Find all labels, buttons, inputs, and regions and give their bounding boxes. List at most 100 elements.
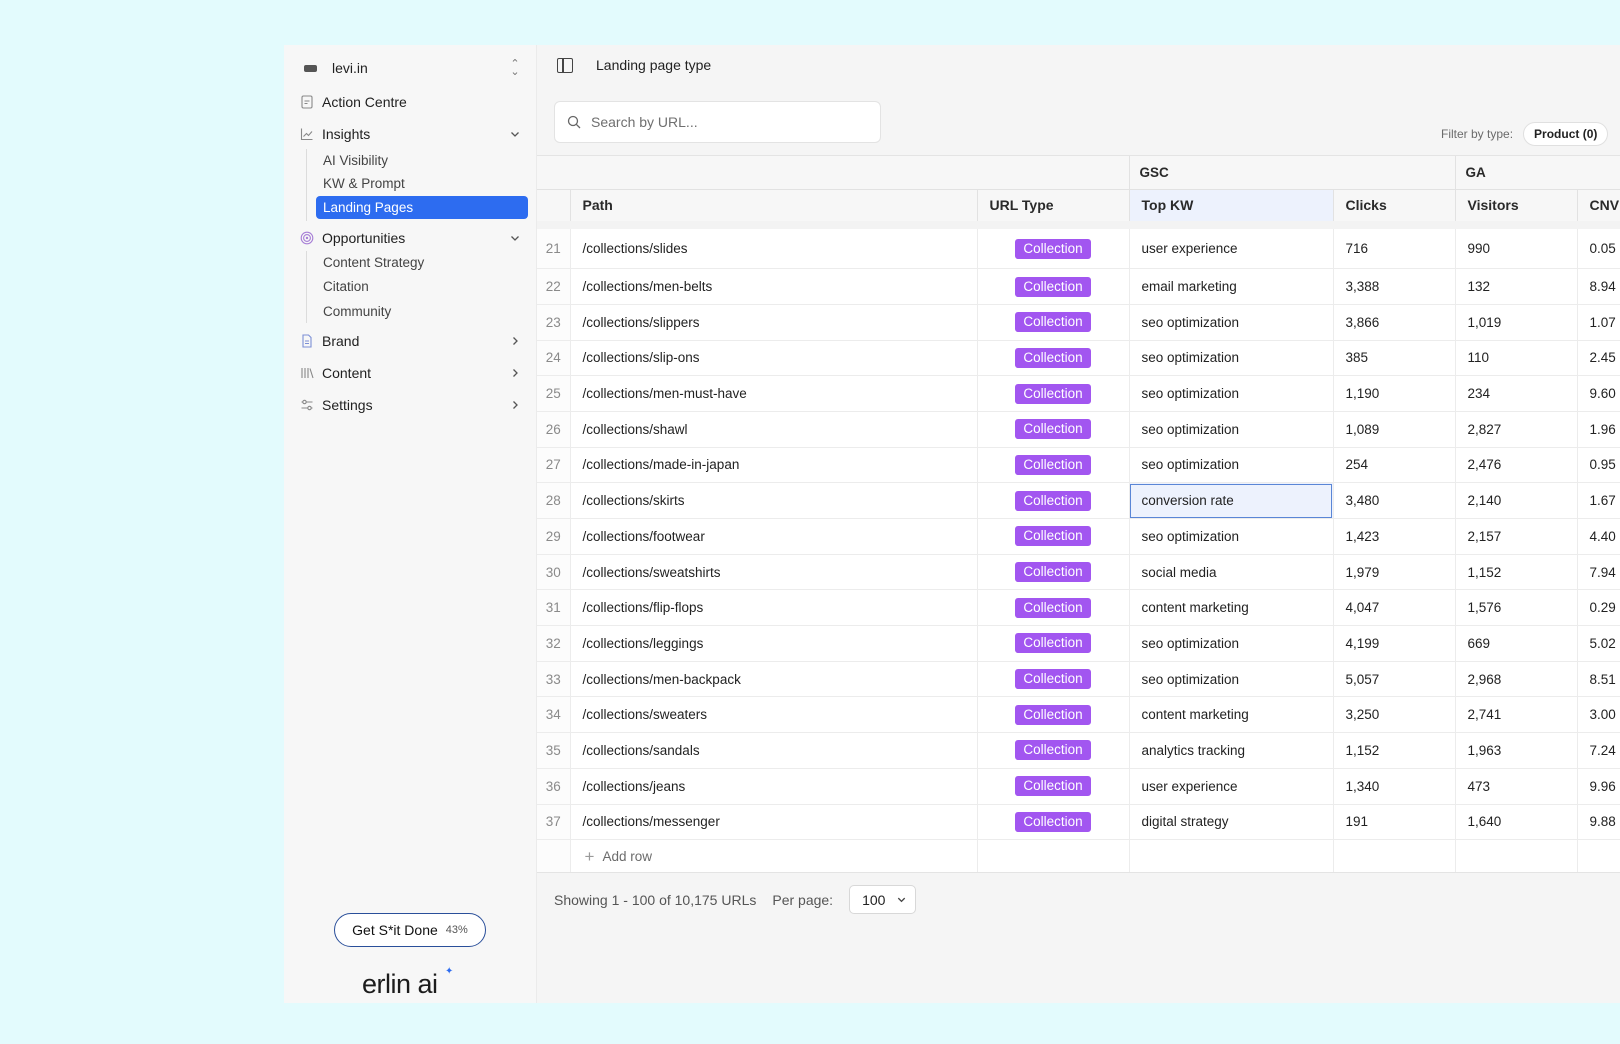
cell-path[interactable]: /collections/leggings [570,625,978,662]
table-row[interactable]: 26/collections/shawl Collection seo optimi… [537,411,1620,448]
cell-clicks[interactable]: 4,199 [1333,625,1456,662]
cell-top-kw[interactable]: social media [1129,554,1334,591]
row-index[interactable]: 29 [537,518,571,555]
cell-clicks[interactable]: 5,057 [1333,661,1456,698]
cell-path[interactable]: /collections/shawl [570,411,978,448]
cell-path[interactable]: /collections/flip-flops [570,589,978,627]
cell-path[interactable]: /collections/sweatshirts [570,554,978,591]
cell-clicks[interactable]: 3,388 [1333,268,1456,305]
cell-top-kw[interactable]: seo optimization [1129,625,1334,662]
sidebar-item-landing-pages[interactable]: Landing Pages [316,196,528,219]
cell-visitors[interactable]: 2,741 [1455,696,1578,734]
cell-visitors[interactable]: 132 [1455,268,1578,305]
cell-url-type[interactable]: Collection [977,340,1130,377]
nav-settings[interactable]: Settings [284,392,537,418]
cell-url-type[interactable]: Collection [977,221,1130,270]
cell-url-type[interactable]: Collection [977,696,1130,734]
cell-visitors[interactable]: 669 [1455,625,1578,662]
search-input[interactable] [591,114,851,130]
row-index[interactable]: 30 [537,554,571,591]
cell-visitors[interactable]: 2,968 [1455,661,1578,698]
cell-path[interactable]: /collections/slip-ons [570,340,978,377]
cell-visitors[interactable]: 2,140 [1455,482,1578,519]
get-it-done-button[interactable]: Get S*it Done 43% [334,913,486,947]
cell-url-type[interactable]: Collection [977,518,1130,555]
filter-chip-product[interactable]: Product (0) [1523,122,1609,146]
cell-visitors[interactable]: 990 [1455,221,1578,270]
cell-path[interactable]: /collections/footwear [570,518,978,555]
cell-top-kw[interactable]: seo optimization [1129,518,1334,555]
table-row[interactable]: 24/collections/slip-ons Collection seo opt… [537,340,1620,377]
cell-url-type[interactable]: Collection [977,589,1130,627]
row-index[interactable]: 23 [537,304,571,341]
cell-visitors[interactable]: 473 [1455,768,1578,805]
cell-clicks[interactable]: 1,152 [1333,732,1456,769]
nav-opportunities[interactable]: Opportunities [284,225,537,251]
cell-clicks[interactable]: 1,089 [1333,411,1456,448]
cell-url-type[interactable]: Collection [977,554,1130,591]
table-row[interactable]: 27/collections/made-in-japan Collection se… [537,447,1620,484]
cell-cnv[interactable]: 3.00 [1577,696,1620,734]
table-row[interactable]: 35/collections/sandals Collection analytic… [537,732,1620,769]
cell-visitors[interactable]: 1,019 [1455,304,1578,341]
cell-top-kw[interactable]: user experience [1129,768,1334,805]
row-index[interactable]: 36 [537,768,571,805]
cell-visitors[interactable]: 1,963 [1455,732,1578,769]
row-index[interactable]: 32 [537,625,571,662]
cell-top-kw[interactable]: email marketing [1129,268,1334,305]
table-row[interactable]: 30/collections/sweatshirts Collection soci… [537,554,1620,591]
cell-cnv[interactable]: 0.95 [1577,447,1620,484]
cell-cnv[interactable]: 5.02 [1577,625,1620,662]
table-row[interactable]: 32/collections/leggings Collection seo opt… [537,625,1620,662]
cell-path[interactable]: /collections/skirts [570,482,978,519]
cell-path[interactable]: /collections/sweaters [570,696,978,734]
row-index[interactable]: 22 [537,268,571,305]
row-index[interactable]: 21 [537,221,571,270]
cell-clicks[interactable]: 1,423 [1333,518,1456,555]
cell-clicks[interactable]: 385 [1333,340,1456,377]
cell-clicks[interactable]: 716 [1333,221,1456,270]
cell-url-type[interactable]: Collection [977,661,1130,698]
row-index[interactable]: 28 [537,482,571,519]
sidebar-item-ai-visibility[interactable]: AI Visibility [316,149,528,172]
sidebar-item-kw-prompt[interactable]: KW & Prompt [316,172,528,195]
cell-cnv[interactable]: 7.94 [1577,554,1620,591]
cell-top-kw[interactable]: seo optimization [1129,447,1334,484]
cell-top-kw[interactable]: conversion rate [1129,482,1334,519]
cell-url-type[interactable]: Collection [977,625,1130,662]
cell-cnv[interactable]: 7.24 [1577,732,1620,769]
cell-clicks[interactable]: 3,250 [1333,696,1456,734]
table-row[interactable]: 34/collections/sweaters Collection content… [537,696,1620,734]
row-index[interactable]: 31 [537,589,571,627]
sidebar-item-community[interactable]: Community [316,300,528,323]
cell-clicks[interactable]: 3,866 [1333,304,1456,341]
cell-top-kw[interactable]: digital strategy [1129,804,1334,841]
cell-visitors[interactable]: 1,152 [1455,554,1578,591]
toggle-sidebar-icon[interactable] [557,58,573,73]
sidebar-item-content-strategy[interactable]: Content Strategy [316,251,528,274]
cell-path[interactable]: /collections/men-belts [570,268,978,305]
table-row[interactable]: 22/collections/men-belts Collection email … [537,268,1620,305]
row-index[interactable]: 27 [537,447,571,484]
cell-clicks[interactable]: 254 [1333,447,1456,484]
cell-url-type[interactable]: Collection [977,304,1130,341]
nav-insights[interactable]: Insights [284,121,537,147]
cell-path[interactable]: /collections/made-in-japan [570,447,978,484]
cell-top-kw[interactable]: seo optimization [1129,661,1334,698]
nav-brand[interactable]: Brand [284,328,537,354]
col-header-url-type[interactable]: URL Type [977,189,1130,226]
table-row[interactable]: 29/collections/footwear Collection seo opt… [537,518,1620,555]
cell-url-type[interactable]: Collection [977,411,1130,448]
row-index[interactable]: 33 [537,661,571,698]
row-index[interactable]: 24 [537,340,571,377]
cell-cnv[interactable]: 9.60 [1577,375,1620,412]
row-index[interactable]: 26 [537,411,571,448]
nav-action-centre[interactable]: Action Centre [284,89,537,115]
table-row[interactable]: 25/collections/men-must-have Collection se… [537,375,1620,412]
cell-path[interactable]: /collections/messenger [570,804,978,841]
table-row[interactable]: 33/collections/men-backpack Collection seo… [537,661,1620,698]
cell-cnv[interactable]: 8.51 [1577,661,1620,698]
table-row[interactable]: 31/collections/flip-flops Collection conte… [537,589,1620,627]
cell-cnv[interactable]: 2.45 [1577,340,1620,377]
cell-url-type[interactable]: Collection [977,268,1130,305]
